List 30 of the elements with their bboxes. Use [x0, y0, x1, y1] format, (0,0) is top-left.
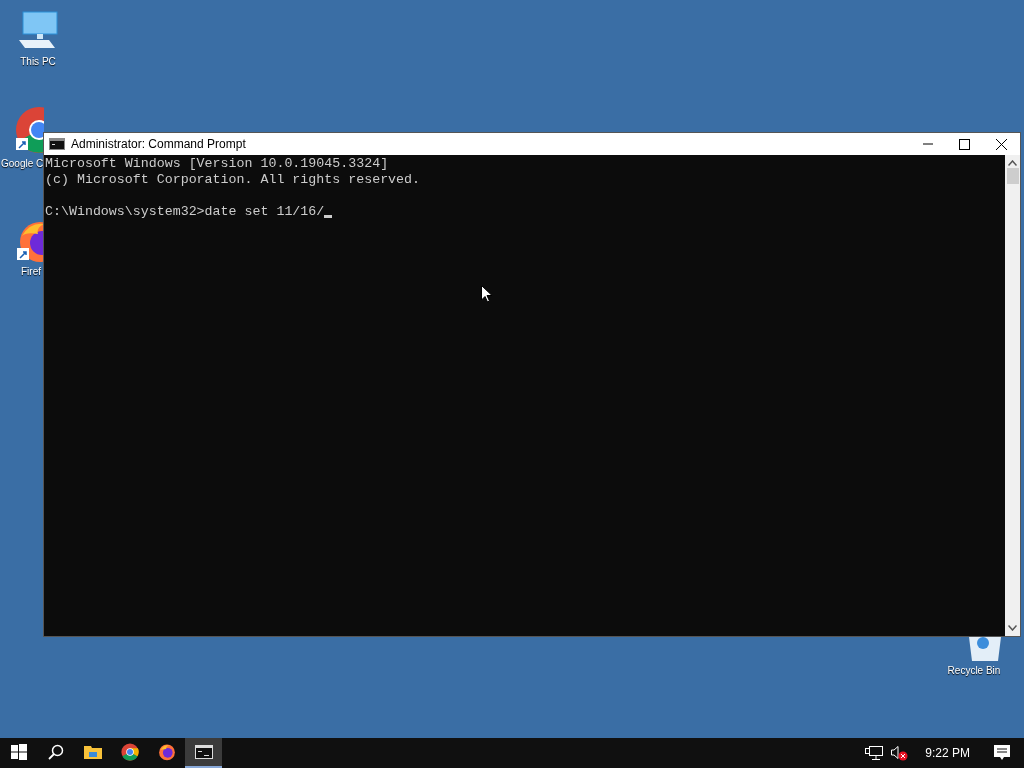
clock[interactable]: 9:22 PM: [925, 746, 970, 760]
network-icon[interactable]: [865, 745, 884, 761]
mouse-pointer-icon: [481, 285, 493, 303]
shortcut-label[interactable]: This PC: [20, 56, 56, 67]
shortcut-label[interactable]: Google C: [1, 158, 44, 169]
console-area[interactable]: Microsoft Windows [Version 10.0.19045.3324] (c) Microsoft Corporation. All rights reserved. C:\Windows\system32>date set 11/16/: [44, 155, 1005, 636]
console-line: C:\Windows\system32>date set 11/16/: [45, 204, 325, 220]
chrome-icon: [120, 743, 139, 761]
scroll-up-icon[interactable]: [1008, 160, 1017, 166]
search-icon: [47, 744, 64, 760]
window-title: Administrator: Command Prompt: [71, 137, 247, 151]
maximize-icon: [959, 138, 970, 150]
firefox-icon: [157, 743, 176, 761]
windows-logo-icon: [10, 744, 27, 760]
scroll-down-icon[interactable]: [1008, 625, 1017, 631]
terminal-icon: [49, 138, 65, 150]
shortcut-label[interactable]: Firef: [21, 266, 43, 277]
notification-icon[interactable]: [994, 745, 1010, 761]
folder-icon: [83, 744, 102, 760]
shortcut-label[interactable]: Recycle Bin: [947, 665, 1001, 676]
muted-speaker-icon[interactable]: [891, 745, 910, 761]
console-line: (c) Microsoft Corporation. All rights reserved.: [45, 172, 421, 188]
console-line: Microsoft Windows [Version 10.0.19045.3324]: [45, 156, 389, 172]
scroll-thumb[interactable]: [1006, 168, 1019, 184]
recycle-bin-icon: [969, 637, 1001, 661]
close-icon: [996, 138, 1007, 150]
scrollbar[interactable]: [1005, 155, 1020, 636]
terminal-icon: [194, 745, 213, 759]
taskbar-button[interactable]: [185, 738, 222, 768]
minimize-icon: [922, 143, 933, 145]
